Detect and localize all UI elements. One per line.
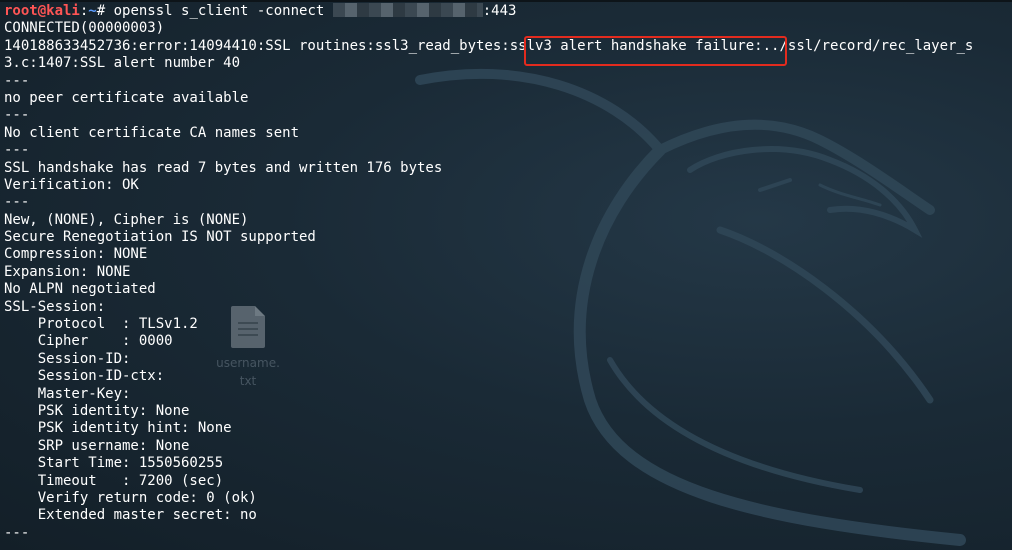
command-text: openssl s_client -connect bbox=[113, 3, 325, 19]
terminal-output[interactable]: root@kali:~# openssl s_client -connect :… bbox=[4, 3, 1012, 542]
output-line: Timeout : 7200 (sec) bbox=[4, 472, 224, 489]
output-line: PSK identity hint: None bbox=[4, 420, 232, 437]
error-line: 140188633452736:error:14094410:SSL routi… bbox=[4, 38, 1012, 55]
prompt-hash: # bbox=[96, 3, 114, 19]
output-line: Start Time: 1550560255 bbox=[4, 455, 224, 472]
prompt-user: root@kali bbox=[4, 3, 80, 19]
output-line: Extended master secret: no bbox=[4, 507, 257, 524]
output-line: SSL-Session: bbox=[4, 298, 106, 315]
error-suffix: :../ssl/record/rec_layer_s bbox=[754, 37, 974, 54]
output-line: Cipher : 0000 bbox=[4, 333, 173, 350]
output-line: no peer certificate available bbox=[4, 89, 249, 106]
output-line: No ALPN negotiated bbox=[4, 281, 156, 298]
error-prefix: 140188633452736:error:14094410:SSL routi… bbox=[4, 37, 510, 54]
output-line: 3.c:1407:SSL alert number 40 bbox=[4, 55, 241, 72]
error-highlight-box bbox=[524, 36, 787, 66]
prompt-path: ~ bbox=[88, 3, 97, 19]
output-line: --- bbox=[4, 142, 30, 159]
output-line: --- bbox=[4, 194, 30, 211]
output-line: Master-Key: bbox=[4, 385, 131, 402]
command-line: root@kali:~# openssl s_client -connect :… bbox=[4, 3, 1012, 20]
output-line: No client certificate CA names sent bbox=[4, 124, 300, 141]
output-line: PSK identity: None bbox=[4, 402, 190, 419]
output-line: CONNECTED(00000003) bbox=[4, 20, 165, 37]
output-line: --- bbox=[4, 72, 30, 89]
output-line: Protocol : TLSv1.2 bbox=[4, 316, 198, 333]
command-port: :443 bbox=[482, 3, 517, 19]
output-line: Compression: NONE bbox=[4, 246, 148, 263]
output-line: Session-ID: bbox=[4, 350, 131, 367]
output-line: SSL handshake has read 7 bytes and writt… bbox=[4, 159, 443, 176]
output-line: SRP username: None bbox=[4, 437, 190, 454]
output-line: Verify return code: 0 (ok) bbox=[4, 489, 257, 506]
output-line: Session-ID-ctx: bbox=[4, 368, 165, 385]
output-line: Verification: OK bbox=[4, 176, 139, 193]
window-top-edge bbox=[0, 0, 1012, 2]
output-line: Expansion: NONE bbox=[4, 263, 131, 280]
output-line: Secure Renegotiation IS NOT supported bbox=[4, 229, 316, 246]
output-line: --- bbox=[4, 107, 30, 124]
output-line: New, (NONE), Cipher is (NONE) bbox=[4, 211, 249, 228]
output-line: --- bbox=[4, 524, 30, 541]
redacted-hostname bbox=[332, 3, 483, 17]
